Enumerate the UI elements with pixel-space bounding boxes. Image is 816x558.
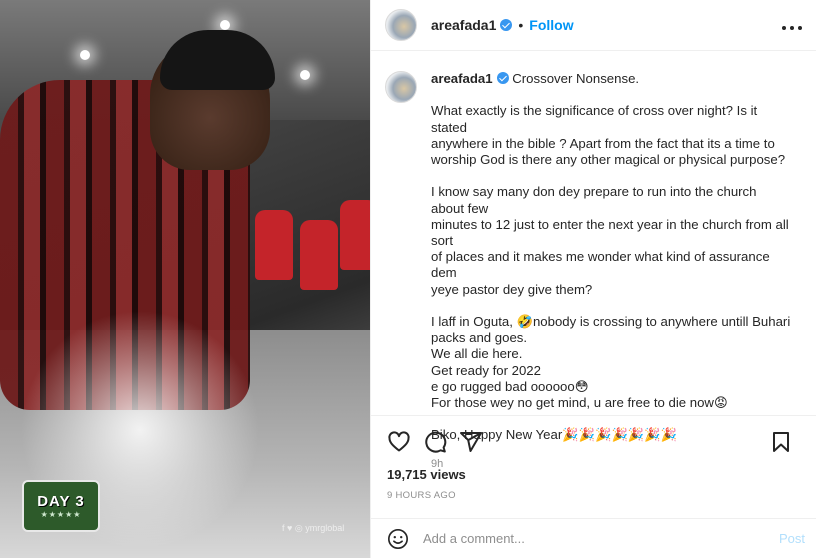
ceiling-light (80, 50, 90, 60)
ceiling-light (300, 70, 310, 80)
post-actions: 19,715 views 9 HOURS AGO (371, 415, 816, 533)
post-age[interactable]: 9 HOURS AGO (387, 490, 456, 501)
day-badge-logo: DAY 3 ★★★★★ (22, 480, 100, 532)
views-count[interactable]: 19,715 views (387, 467, 466, 482)
caption-line: packs and goes. (431, 330, 528, 346)
caption-line: Get ready for 2022 (431, 362, 541, 378)
post-media[interactable]: DAY 3 ★★★★★ f ♥ ◎ ymrglobal (0, 0, 370, 558)
caption-area: areafada1 Crossover Nonsense. What exact… (371, 51, 816, 470)
ceiling-light (220, 20, 230, 30)
caption-line: minutes to 12 just to enter the next yea… (431, 216, 789, 248)
caption-avatar[interactable] (385, 71, 417, 103)
heart-icon[interactable] (387, 430, 411, 454)
post-panel: areafada1 • Follow areafada1 Crossover N… (370, 0, 816, 558)
day-badge-stars: ★★★★★ (40, 510, 82, 519)
share-icon[interactable] (459, 430, 483, 454)
emoji-icon[interactable] (387, 528, 409, 550)
caption-line: worship God is there any other magical o… (431, 152, 786, 167)
caption-line: anywhere in the bible ? Apart from the f… (431, 135, 775, 151)
red-chair (340, 200, 370, 270)
post-header: areafada1 • Follow (371, 0, 816, 51)
more-options-icon[interactable] (781, 15, 803, 35)
caption-line (431, 168, 791, 184)
day-badge-text: DAY 3 (37, 493, 85, 510)
bookmark-icon[interactable] (769, 430, 793, 454)
verified-badge-icon (496, 72, 509, 84)
caption-line: We all die here. (431, 346, 523, 362)
red-chair (300, 220, 338, 290)
comment-input[interactable] (423, 531, 763, 546)
caption-line: What exactly is the significance of cros… (431, 103, 758, 135)
caption-line: Crossover Nonsense. (512, 71, 640, 86)
post-comment-button[interactable]: Post (779, 531, 805, 546)
caption-line (431, 87, 791, 103)
red-chair (255, 210, 293, 280)
header-username-text[interactable]: areafada1 (431, 17, 496, 33)
header-username[interactable]: areafada1 (431, 17, 513, 33)
comment-bar: Post (371, 518, 816, 558)
avatar[interactable] (385, 9, 417, 41)
caption-line: For those wey no get mind, u are free to… (431, 395, 728, 411)
follow-button[interactable]: Follow (529, 17, 573, 33)
media-watermark: f ♥ ◎ ymrglobal (282, 523, 345, 533)
caption-line: I know say many don dey prepare to run i… (431, 184, 757, 216)
comment-icon[interactable] (423, 430, 447, 454)
caption-line: yeye pastor dey give them? (431, 281, 593, 297)
caption-username[interactable]: areafada1 (431, 71, 509, 86)
caption-body: areafada1 Crossover Nonsense. What exact… (431, 71, 791, 472)
caption-line: I laff in Oguta, 🤣nobody is crossing to … (431, 314, 791, 329)
caption-line: e go rugged bad oooooo😳 (431, 378, 589, 394)
header-separator: • (518, 17, 524, 33)
caption-line (431, 298, 791, 314)
caption-username-text[interactable]: areafada1 (431, 71, 493, 86)
verified-badge-icon (500, 19, 513, 31)
caption-line: of places and it makes me wonder what ki… (431, 249, 770, 281)
